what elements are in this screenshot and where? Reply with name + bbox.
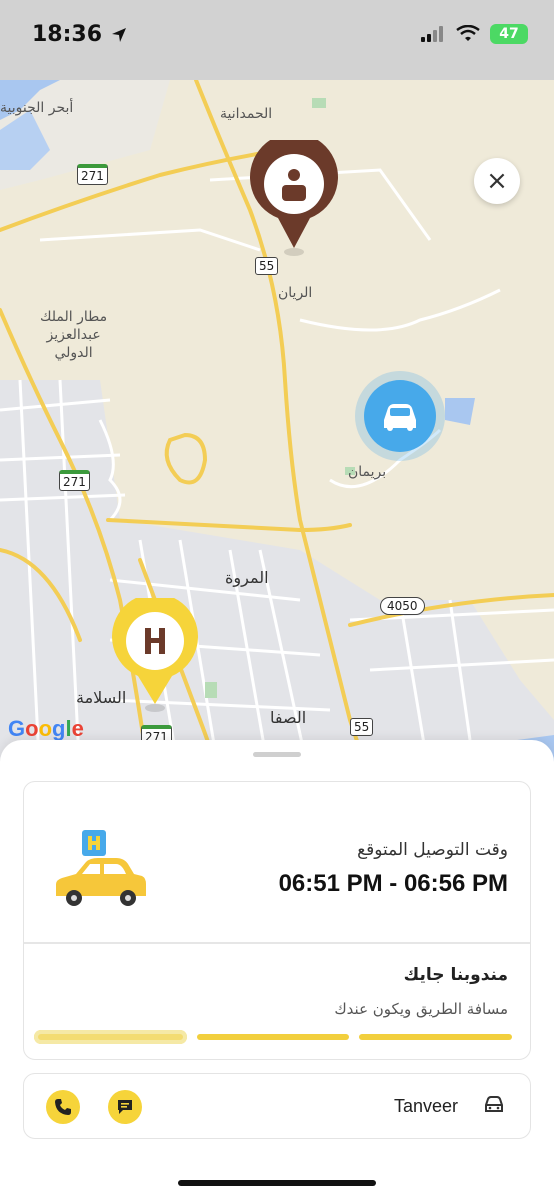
cellular-signal-icon	[421, 26, 443, 42]
driver-name: Tanveer	[393, 1096, 458, 1116]
phone-icon	[55, 1099, 71, 1115]
call-driver-button[interactable]	[46, 1090, 80, 1124]
status-bar: 18:36 47	[0, 0, 554, 80]
map-label-rayyan: الريان	[278, 285, 313, 301]
battery-level: 47	[499, 26, 519, 42]
map-label-marwa: المروة	[225, 568, 269, 587]
status-time: 18:36	[32, 22, 128, 47]
sheet-drag-handle[interactable]	[253, 752, 301, 757]
wifi-icon	[456, 25, 480, 41]
message-driver-button[interactable]	[108, 1090, 142, 1124]
home-indicator[interactable]	[178, 1180, 376, 1186]
location-arrow-icon	[112, 27, 127, 42]
delivery-taxi-icon	[56, 830, 146, 906]
progress-step	[196, 1034, 350, 1040]
map-label-hamdaniya: الحمدانية	[220, 106, 273, 122]
card-divider	[24, 942, 530, 944]
driver-car-location-icon[interactable]	[354, 370, 446, 462]
restaurant-location-pin-icon[interactable]	[110, 598, 200, 714]
status-icons: 47	[420, 24, 528, 44]
driver-info-card: Tanveer	[23, 1073, 531, 1139]
map-label-buraiman: بريمان	[348, 464, 387, 480]
progress-step	[359, 1034, 513, 1040]
status-subtitle: مسافة الطريق ويكون عندك	[334, 1000, 508, 1018]
map-label-airport: مطار الملك عبدالعزيز الدولي	[40, 309, 108, 361]
close-button[interactable]: ×	[474, 158, 520, 204]
car-icon	[485, 1096, 503, 1112]
road-shield: 271	[77, 164, 108, 185]
road-shield: 55	[350, 718, 374, 736]
google-attribution-logo: Google	[8, 716, 84, 741]
map-label-abhur: أبحر الجنوبية	[0, 100, 74, 116]
time-text: 18:36	[32, 22, 103, 47]
delivery-progress	[34, 1030, 513, 1044]
delivery-status-card: وقت التوصيل المتوقع 06:51 PM - 06:56 PM …	[23, 781, 531, 1060]
battery-indicator: 47	[490, 24, 528, 44]
progress-step	[34, 1030, 187, 1044]
eta-label: وقت التوصيل المتوقع	[357, 840, 508, 860]
road-shield: 55	[255, 257, 279, 275]
map-label-safa: الصفا	[270, 708, 307, 727]
road-shield: 271	[59, 470, 90, 491]
screen: 18:36 47 الحمدانية أبحر الجنوبية مطار ال…	[0, 0, 554, 1200]
map-view[interactable]: الحمدانية أبحر الجنوبية مطار الملك عبدال…	[0, 80, 554, 780]
status-title: مندوبنا جايك	[403, 965, 508, 985]
customer-location-pin-icon[interactable]	[248, 140, 340, 258]
chat-icon	[118, 1100, 132, 1114]
eta-value: 06:51 PM - 06:56 PM	[278, 870, 508, 897]
road-shield: 4050	[380, 597, 425, 615]
order-tracking-sheet: وقت التوصيل المتوقع 06:51 PM - 06:56 PM …	[0, 740, 554, 1200]
close-icon: ×	[486, 166, 508, 196]
